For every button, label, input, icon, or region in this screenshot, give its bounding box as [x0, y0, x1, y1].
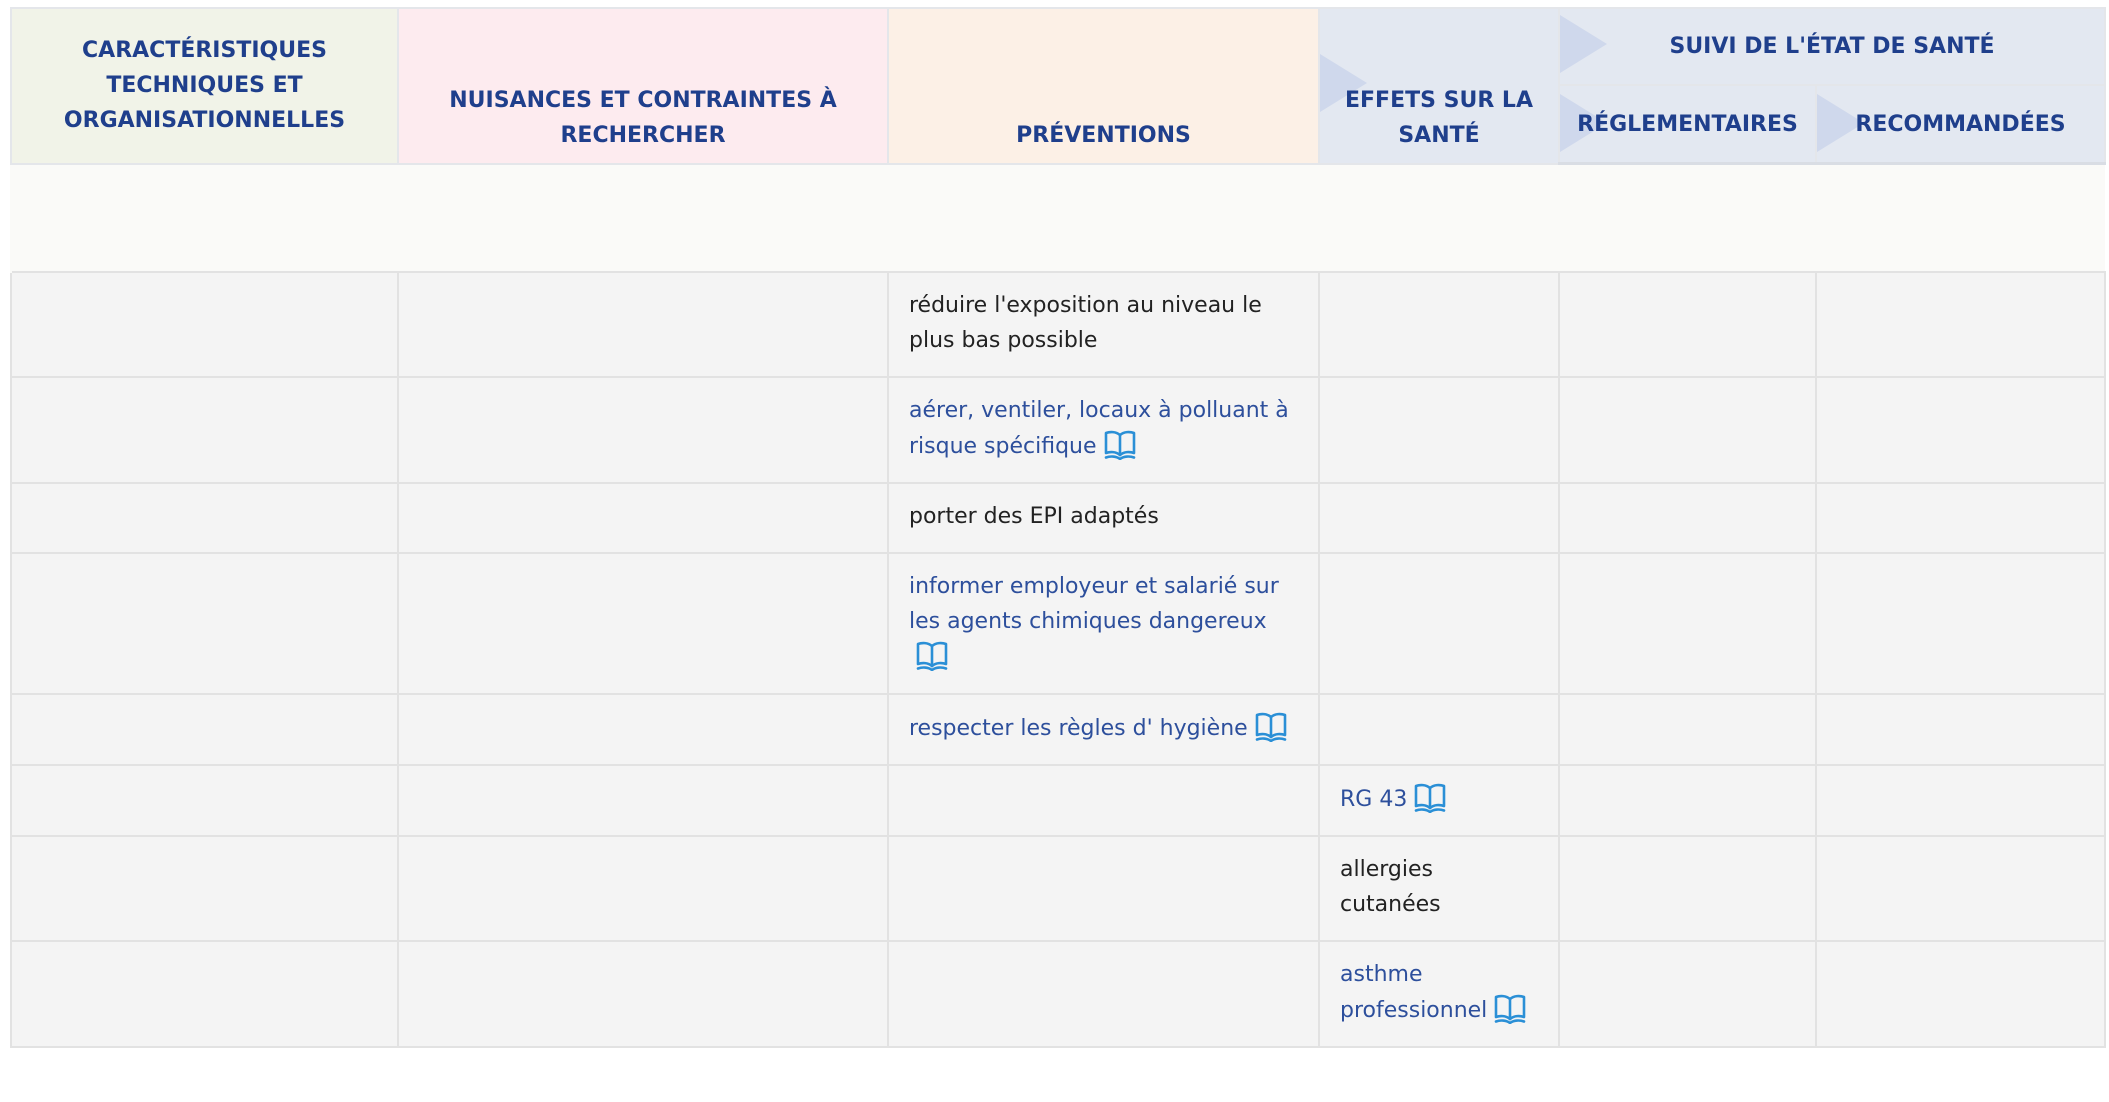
table-spacer-row: [10, 163, 2105, 272]
header-nuisances-label: NUISANCES ET CONTRAINTES À RECHERCHER: [449, 87, 837, 148]
header-preventions: PRÉVENTIONS: [887, 7, 1320, 165]
recommandee-cell: [1815, 835, 2106, 942]
table-header: CARACTÉRISTIQUES TECHNIQUES ET ORGANISAT…: [10, 7, 2106, 165]
table-row: allergies cutanées: [10, 835, 2106, 942]
book-icon[interactable]: [1103, 428, 1137, 461]
prevention-cell[interactable]: informer employeur et salarié sur les ag…: [887, 552, 1320, 695]
risk-table-container: CARACTÉRISTIQUES TECHNIQUES ET ORGANISAT…: [10, 7, 2106, 1048]
recommandee-cell: [1815, 482, 2106, 554]
recommandee-cell: [1815, 693, 2106, 766]
prevention-text: réduire l'exposition au niveau le plus b…: [909, 293, 1262, 353]
nuisances-cell: [397, 940, 889, 1048]
reglementaire-cell: [1558, 940, 1817, 1048]
prevention-cell: [887, 835, 1320, 942]
table-row: porter des EPI adaptés: [10, 482, 2106, 554]
effet-text: allergies cutanées: [1340, 857, 1441, 917]
prevention-text[interactable]: respecter les règles d' hygiène: [909, 716, 1248, 741]
table-row: réduire l'exposition au niveau le plus b…: [10, 271, 2106, 378]
table-rows: réduire l'exposition au niveau le plus b…: [10, 271, 2106, 1048]
effet-cell: [1318, 693, 1560, 766]
effet-cell: [1318, 376, 1560, 484]
header-recommandees: RECOMMANDÉES: [1815, 84, 2106, 165]
nuisances-cell: [397, 764, 889, 837]
prevention-cell: [887, 764, 1320, 837]
recommandee-cell: [1815, 552, 2106, 695]
prevention-cell: porter des EPI adaptés: [887, 482, 1320, 554]
effet-cell: [1318, 271, 1560, 378]
header-reglementaires: RÉGLEMENTAIRES: [1558, 84, 1817, 165]
table-row: respecter les règles d' hygiène: [10, 693, 2106, 766]
caracteristiques-cell: [10, 552, 399, 695]
table-row: asthme professionnel: [10, 940, 2106, 1048]
header-suivi: SUIVI DE L'ÉTAT DE SANTÉ: [1558, 7, 2106, 86]
caracteristiques-cell: [10, 940, 399, 1048]
caracteristiques-cell: [10, 271, 399, 378]
nuisances-cell: [397, 552, 889, 695]
effet-cell: [1318, 552, 1560, 695]
header-nuisances: NUISANCES ET CONTRAINTES À RECHERCHER: [397, 7, 889, 165]
nuisances-cell: [397, 835, 889, 942]
recommandee-cell: [1815, 764, 2106, 837]
reglementaire-cell: [1558, 482, 1817, 554]
prevention-cell[interactable]: respecter les règles d' hygiène: [887, 693, 1320, 766]
table-row: informer employeur et salarié sur les ag…: [10, 552, 2106, 695]
risk-table: CARACTÉRISTIQUES TECHNIQUES ET ORGANISAT…: [10, 7, 2106, 1048]
prevention-text: porter des EPI adaptés: [909, 504, 1159, 529]
caracteristiques-cell: [10, 835, 399, 942]
nuisances-cell: [397, 693, 889, 766]
prevention-cell[interactable]: aérer, ventiler, locaux à polluant à ris…: [887, 376, 1320, 484]
nuisances-cell: [397, 376, 889, 484]
book-icon[interactable]: [1254, 710, 1288, 743]
reglementaire-cell: [1558, 552, 1817, 695]
reglementaire-cell: [1558, 271, 1817, 378]
prevention-cell: [887, 940, 1320, 1048]
prevention-text[interactable]: informer employeur et salarié sur les ag…: [909, 574, 1279, 634]
header-effets-label: EFFETS SUR LA SANTÉ: [1345, 87, 1533, 148]
nuisances-cell: [397, 482, 889, 554]
effet-cell[interactable]: asthme professionnel: [1318, 940, 1560, 1048]
header-suivi-label: SUIVI DE L'ÉTAT DE SANTÉ: [1669, 34, 1995, 59]
book-icon[interactable]: [915, 639, 949, 672]
recommandee-cell: [1815, 376, 2106, 484]
header-recommandees-label: RECOMMANDÉES: [1855, 111, 2066, 137]
header-caracteristiques: CARACTÉRISTIQUES TECHNIQUES ET ORGANISAT…: [10, 7, 399, 165]
reglementaire-cell: [1558, 764, 1817, 837]
caracteristiques-cell: [10, 482, 399, 554]
book-icon[interactable]: [1493, 992, 1527, 1025]
prevention-text[interactable]: aérer, ventiler, locaux à polluant à ris…: [909, 398, 1289, 459]
nuisances-cell: [397, 271, 889, 378]
table-body: [10, 163, 2105, 272]
reglementaire-cell: [1558, 376, 1817, 484]
table-row: RG 43: [10, 764, 2106, 837]
prevention-cell: réduire l'exposition au niveau le plus b…: [887, 271, 1320, 378]
effet-cell: allergies cutanées: [1318, 835, 1560, 942]
book-icon[interactable]: [1413, 781, 1447, 814]
reglementaire-cell: [1558, 835, 1817, 942]
header-effets: EFFETS SUR LA SANTÉ: [1318, 7, 1560, 165]
spacer-cell: [10, 163, 2105, 272]
caracteristiques-cell: [10, 764, 399, 837]
recommandee-cell: [1815, 940, 2106, 1048]
caracteristiques-cell: [10, 693, 399, 766]
table-row: aérer, ventiler, locaux à polluant à ris…: [10, 376, 2106, 484]
effet-text[interactable]: RG 43: [1340, 787, 1407, 812]
effet-cell[interactable]: RG 43: [1318, 764, 1560, 837]
effet-cell: [1318, 482, 1560, 554]
recommandee-cell: [1815, 271, 2106, 378]
header-caracteristiques-label: CARACTÉRISTIQUES TECHNIQUES ET ORGANISAT…: [63, 38, 346, 134]
reglementaire-cell: [1558, 693, 1817, 766]
header-preventions-label: PRÉVENTIONS: [1016, 122, 1191, 148]
effet-text[interactable]: asthme professionnel: [1340, 962, 1487, 1023]
caracteristiques-cell: [10, 376, 399, 484]
header-reglementaires-label: RÉGLEMENTAIRES: [1577, 111, 1798, 137]
